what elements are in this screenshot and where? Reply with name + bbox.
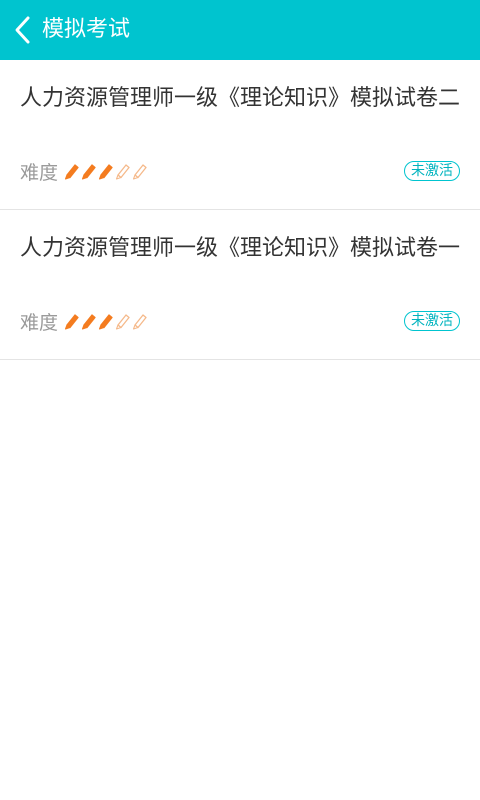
exam-item[interactable]: 人力资源管理师一级《理论知识》模拟试卷一 难度 未激活 <box>0 210 480 360</box>
difficulty-rating <box>64 312 149 330</box>
pencil-filled-icon <box>81 164 96 180</box>
pencil-empty-icon <box>115 314 130 330</box>
exam-title: 人力资源管理师一级《理论知识》模拟试卷一 <box>20 236 461 261</box>
difficulty-rating <box>64 162 149 180</box>
exam-list: 人力资源管理师一级《理论知识》模拟试卷二 难度 未激活 人力资源管理师一级《理论… <box>0 60 480 360</box>
exam-title: 人力资源管理师一级《理论知识》模拟试卷二 <box>20 86 461 111</box>
pencil-filled-icon <box>98 164 113 180</box>
pencil-empty-icon <box>132 164 147 180</box>
pencil-empty-icon <box>115 164 130 180</box>
difficulty-label: 难度 <box>20 161 59 184</box>
exam-meta: 难度 未激活 <box>20 158 460 184</box>
difficulty-label: 难度 <box>20 311 59 334</box>
pencil-empty-icon <box>132 314 147 330</box>
exam-meta: 难度 未激活 <box>20 308 460 334</box>
app-header: 模拟考试 <box>0 0 480 60</box>
exam-item[interactable]: 人力资源管理师一级《理论知识》模拟试卷二 难度 未激活 <box>0 60 480 210</box>
status-badge: 未激活 <box>404 311 460 331</box>
pencil-filled-icon <box>81 314 96 330</box>
pencil-filled-icon <box>98 314 113 330</box>
page-title: 模拟考试 <box>42 17 131 42</box>
back-button[interactable] <box>0 0 44 60</box>
status-badge: 未激活 <box>404 161 460 181</box>
pencil-filled-icon <box>64 164 79 180</box>
chevron-left-icon <box>15 16 30 44</box>
pencil-filled-icon <box>64 314 79 330</box>
